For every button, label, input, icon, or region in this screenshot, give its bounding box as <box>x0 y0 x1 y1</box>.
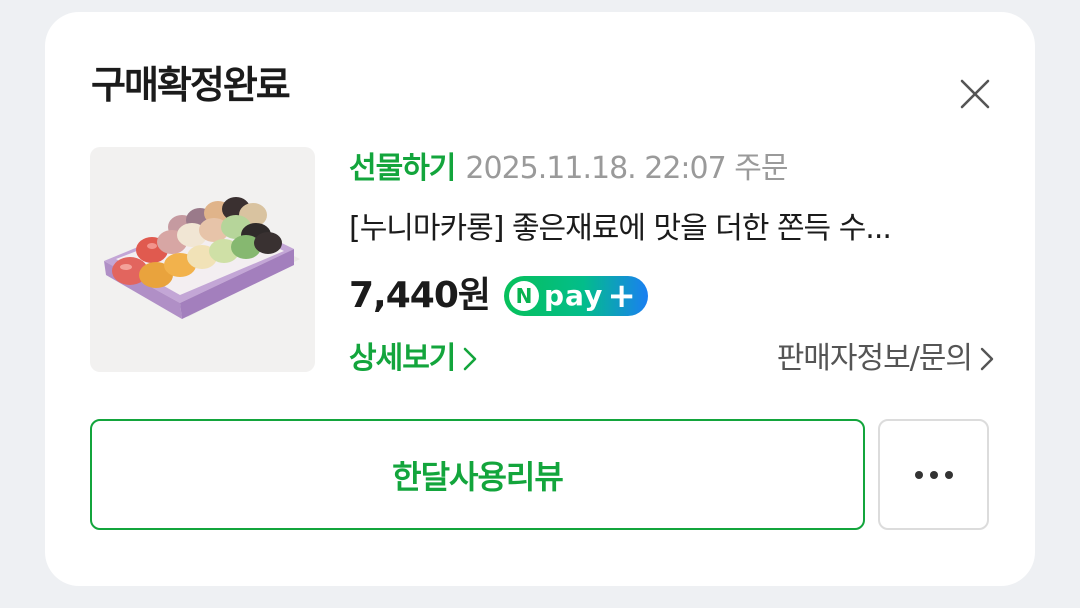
macaron-box-image <box>104 197 300 319</box>
detail-link[interactable]: 상세보기 <box>349 337 477 381</box>
chevron-right-icon <box>980 347 994 371</box>
price-row: 7,440원 N pay + <box>349 271 648 321</box>
seller-link-label: 판매자정보/문의 <box>776 341 973 376</box>
npay-n-icon: N <box>509 281 539 311</box>
product-price: 7,440원 <box>349 275 491 316</box>
detail-link-label: 상세보기 <box>349 341 456 376</box>
monthly-review-button[interactable]: 한달사용리뷰 <box>90 419 865 530</box>
review-button-label: 한달사용리뷰 <box>392 457 564 496</box>
purchase-confirmed-card: 구매확정완료 선물하기 2025.11.18. 22:07 주문 [누니마카롱]… <box>45 12 1035 586</box>
npay-plus-badge: N pay + <box>504 276 648 316</box>
close-button[interactable] <box>953 72 997 116</box>
more-button[interactable] <box>878 419 989 530</box>
order-date: 2025.11.18. 22:07 주문 <box>465 151 788 186</box>
product-name[interactable]: [누니마카롱] 좋은재료에 맛을 더한 쫀득 수... <box>349 207 994 251</box>
more-dots-icon <box>914 470 953 479</box>
chevron-right-icon <box>463 347 477 371</box>
npay-text: pay <box>544 279 604 312</box>
order-meta: 선물하기 2025.11.18. 22:07 주문 <box>349 147 788 191</box>
card-title: 구매확정완료 <box>91 63 291 107</box>
close-icon <box>960 79 990 109</box>
gift-label[interactable]: 선물하기 <box>349 151 456 186</box>
npay-plus-icon: + <box>607 276 636 316</box>
seller-info-link[interactable]: 판매자정보/문의 <box>777 337 994 381</box>
product-thumbnail[interactable] <box>90 147 315 372</box>
